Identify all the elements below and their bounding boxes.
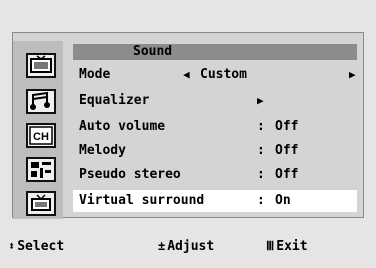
- menu-icon: Ⅲ: [266, 239, 275, 253]
- menu-title: Sound: [133, 44, 173, 59]
- setup-icon[interactable]: [26, 157, 56, 182]
- sidebar-icons: CH: [13, 41, 63, 219]
- osd-menu: CH Sound Mode ◀ Custom ▶ Equalizer ▶ Aut…: [12, 32, 364, 219]
- row-separator: :: [257, 119, 265, 134]
- adjust-hint: ± Adjust: [158, 236, 214, 257]
- row-label: Virtual surround: [79, 193, 205, 208]
- channel-icon[interactable]: CH: [26, 123, 56, 148]
- sound-icon[interactable]: [26, 89, 56, 114]
- exit-label: Exit: [276, 239, 308, 254]
- updown-icon: ⬍: [8, 239, 16, 253]
- row-separator: :: [257, 143, 265, 158]
- select-label: Select: [17, 239, 65, 254]
- plusminus-icon: ±: [158, 239, 166, 253]
- row-value: Off: [275, 119, 299, 134]
- left-arrow-icon[interactable]: ◀: [183, 64, 190, 86]
- row-label: Pseudo stereo: [79, 167, 181, 182]
- menu-title-bar: Sound: [73, 44, 357, 60]
- menu-row-pseudo-stereo[interactable]: Pseudo stereo : Off: [73, 164, 357, 186]
- input-icon[interactable]: [26, 191, 56, 216]
- picture-icon[interactable]: [26, 53, 56, 78]
- menu-row-auto-volume[interactable]: Auto volume : Off: [73, 116, 357, 138]
- row-label: Mode: [79, 67, 111, 82]
- exit-hint: Ⅲ Exit: [266, 236, 308, 257]
- help-bar: ⬍ Select ± Adjust Ⅲ Exit: [0, 236, 376, 256]
- row-label: Equalizer: [79, 93, 150, 108]
- menu-row-virtual-surround[interactable]: Virtual surround : On: [73, 190, 357, 212]
- row-value: Custom: [200, 67, 247, 82]
- row-separator: :: [257, 193, 265, 208]
- adjust-label: Adjust: [167, 239, 215, 254]
- right-arrow-icon[interactable]: ▶: [349, 64, 356, 86]
- row-label: Melody: [79, 143, 126, 158]
- row-value: Off: [275, 143, 299, 158]
- right-arrow-icon[interactable]: ▶: [257, 90, 264, 112]
- channel-icon-label: CH: [33, 131, 49, 143]
- menu-row-melody[interactable]: Melody : Off: [73, 140, 357, 162]
- menu-row-mode[interactable]: Mode ◀ Custom ▶: [73, 64, 357, 86]
- menu-row-equalizer[interactable]: Equalizer ▶: [73, 90, 357, 112]
- row-value: Off: [275, 167, 299, 182]
- row-separator: :: [257, 167, 265, 182]
- row-value: On: [275, 193, 291, 208]
- row-label: Auto volume: [79, 119, 166, 134]
- select-hint: ⬍ Select: [8, 236, 64, 257]
